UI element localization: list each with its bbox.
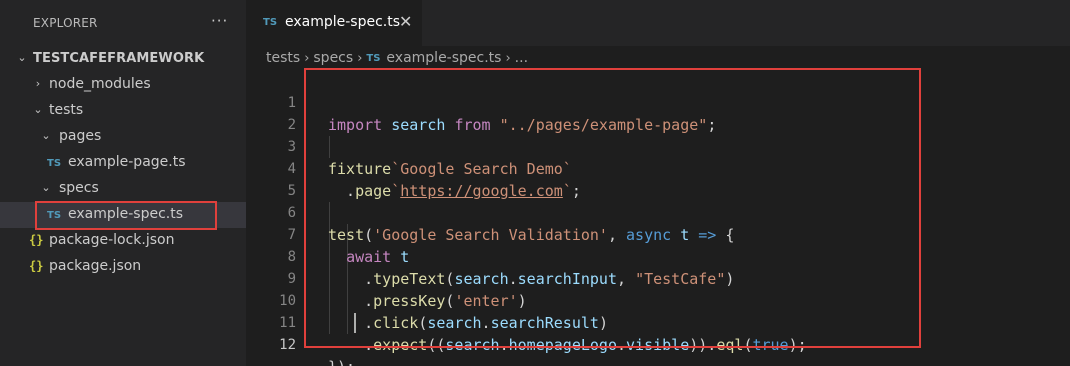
tree-item-label: pages bbox=[59, 128, 102, 144]
tree-item-specs[interactable]: ⌄ specs bbox=[0, 176, 246, 202]
tree-item-package-json[interactable]: {} package.json bbox=[0, 254, 246, 280]
root-folder-label: TESTCAFEFRAMEWORK bbox=[33, 51, 205, 66]
typescript-file-icon: TS bbox=[47, 158, 62, 169]
chevron-down-icon: ⌄ bbox=[41, 129, 51, 142]
tree-item-pages[interactable]: ⌄ pages bbox=[0, 124, 246, 150]
tree-item-example-page[interactable]: TS example-page.ts bbox=[0, 150, 246, 176]
typescript-file-icon: TS bbox=[366, 52, 381, 64]
tree-item-label: node_modules bbox=[49, 76, 151, 92]
json-file-icon: {} bbox=[29, 233, 44, 247]
json-file-icon: {} bbox=[29, 259, 44, 273]
tree-item-label: specs bbox=[59, 180, 99, 196]
chevron-down-icon: ⌄ bbox=[17, 51, 27, 64]
line-number: 12 bbox=[279, 337, 296, 353]
tree-item-label: package-lock.json bbox=[49, 232, 175, 248]
breadcrumb-item[interactable]: ... bbox=[515, 50, 528, 66]
tree-item-tests[interactable]: ⌄ tests bbox=[0, 98, 246, 124]
breadcrumb-item[interactable]: specs bbox=[313, 50, 353, 66]
tree-item-label: tests bbox=[49, 102, 84, 118]
tab-example-spec[interactable]: TS example-spec.ts ✕ bbox=[246, 0, 422, 46]
close-icon[interactable]: ✕ bbox=[399, 12, 412, 31]
breadcrumb-item[interactable]: example-spec.ts bbox=[386, 50, 501, 66]
breadcrumb: tests › specs › TS example-spec.ts ›... bbox=[266, 50, 528, 70]
tree-item-label: example-page.ts bbox=[68, 154, 186, 170]
chevron-right-icon: › bbox=[35, 77, 41, 90]
breadcrumb-item[interactable]: tests bbox=[266, 50, 300, 66]
explorer-sidebar: EXPLORER ··· ⌄ TESTCAFEFRAMEWORK › node_… bbox=[0, 0, 246, 366]
code-text: }); bbox=[328, 356, 355, 366]
explorer-header: EXPLORER ··· bbox=[0, 0, 246, 46]
chevron-down-icon: ⌄ bbox=[33, 103, 43, 116]
chevron-right-icon: › bbox=[304, 50, 310, 66]
vscode-window: EXPLORER ··· ⌄ TESTCAFEFRAMEWORK › node_… bbox=[0, 0, 1070, 366]
selection-highlight-box bbox=[35, 201, 217, 230]
tab-label: example-spec.ts bbox=[285, 14, 401, 30]
tree-item-node-modules[interactable]: › node_modules bbox=[0, 72, 246, 98]
editor-pane: TS example-spec.ts ✕ tests › specs › TS examp… bbox=[246, 0, 1070, 366]
typescript-file-icon: TS bbox=[263, 17, 278, 28]
more-actions-icon[interactable]: ··· bbox=[211, 12, 228, 30]
chevron-right-icon: › bbox=[505, 50, 511, 66]
chevron-right-icon: › bbox=[357, 50, 363, 66]
tree-item-label: package.json bbox=[49, 258, 142, 274]
code-highlight-box bbox=[304, 68, 921, 348]
chevron-down-icon: ⌄ bbox=[41, 181, 51, 194]
tree-item-package-lock[interactable]: {} package-lock.json bbox=[0, 228, 246, 254]
tab-bar: TS example-spec.ts ✕ bbox=[246, 0, 1070, 46]
tree-root-folder[interactable]: ⌄ TESTCAFEFRAMEWORK bbox=[0, 46, 246, 72]
explorer-title: EXPLORER bbox=[33, 16, 98, 30]
